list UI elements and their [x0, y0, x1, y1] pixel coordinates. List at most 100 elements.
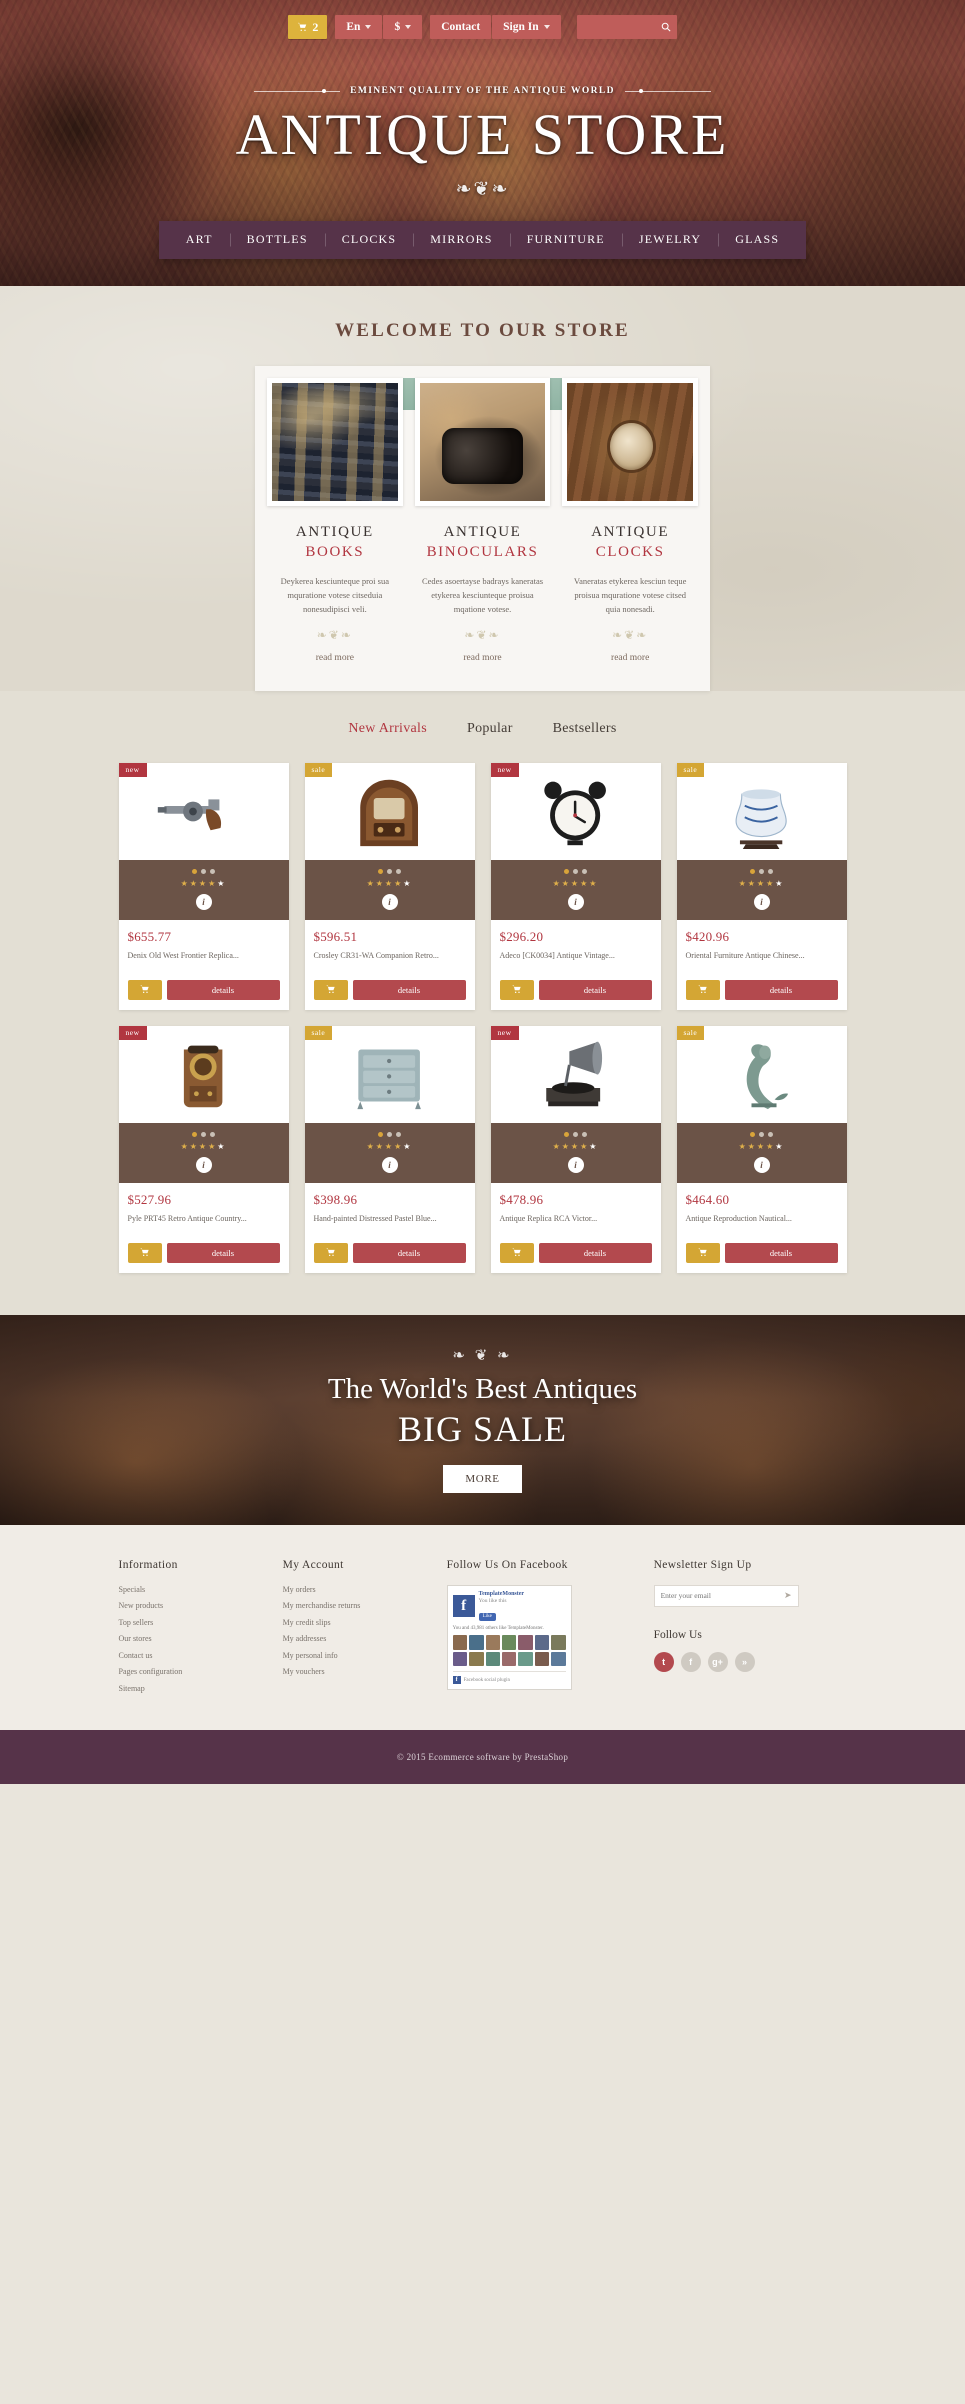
avatar — [518, 1651, 533, 1667]
product-badge: sale — [304, 762, 333, 777]
facebook-icon[interactable]: f — [680, 1651, 701, 1672]
add-to-cart-button[interactable] — [685, 1242, 720, 1263]
cart-button[interactable]: 2 — [288, 15, 328, 39]
product-card[interactable]: sale ★★★★★ i $420.96 Oriental Furniture Anti… — [676, 762, 847, 1010]
product-color-dots[interactable] — [491, 1131, 661, 1137]
newsletter-email-input[interactable] — [660, 1591, 785, 1601]
product-color-dots[interactable] — [677, 1131, 847, 1137]
product-card[interactable]: sale ★★★★★ i $464.60 Antique Reproduction Na… — [676, 1025, 847, 1273]
search-box[interactable] — [576, 15, 677, 39]
nav-item-art[interactable]: ART — [169, 232, 230, 247]
read-more-link[interactable]: read more — [316, 653, 354, 663]
facebook-like-widget[interactable]: f TemplateMonster You like this Like You… — [446, 1584, 572, 1691]
rss-icon[interactable]: » — [734, 1651, 755, 1672]
nav-item-glass[interactable]: GLASS — [718, 232, 796, 247]
product-actions: details — [305, 1237, 475, 1263]
footer-link-sitemap[interactable]: Sitemap — [119, 1684, 269, 1693]
facebook-friend-avatars — [452, 1635, 566, 1667]
nav-item-mirrors[interactable]: MIRRORS — [413, 232, 509, 247]
facebook-plugin-label: Facebook social plugin — [463, 1677, 511, 1683]
arrow-submit-icon[interactable]: ➤ — [784, 1590, 792, 1601]
info-icon[interactable]: i — [195, 893, 212, 910]
tab-bestsellers[interactable]: Bestsellers — [553, 721, 617, 737]
shopping-bag-icon — [697, 1245, 708, 1260]
product-card[interactable]: new ★★★★★ i $655.77 Denix Old West Frontier … — [118, 762, 289, 1010]
info-icon[interactable]: i — [381, 893, 398, 910]
info-icon[interactable]: i — [753, 1156, 770, 1173]
product-card[interactable]: new ★★★★★ i $527.96 Pyle PRT45 Retro Antique… — [118, 1025, 289, 1273]
product-color-dots[interactable] — [677, 868, 847, 874]
details-button[interactable]: details — [724, 979, 838, 1000]
facebook-like-button[interactable]: Like — [478, 1612, 496, 1621]
footer-link-specials[interactable]: Specials — [119, 1585, 269, 1594]
add-to-cart-button[interactable] — [685, 979, 720, 1000]
footer-link-my-personal-info[interactable]: My personal info — [283, 1651, 433, 1660]
footer-link-pages-configuration[interactable]: Pages configuration — [119, 1667, 269, 1676]
card-title-line2: CLOCKS — [595, 544, 665, 561]
product-color-dots[interactable] — [305, 868, 475, 874]
add-to-cart-button[interactable] — [499, 1242, 534, 1263]
footer-link-our-stores[interactable]: Our stores — [119, 1634, 269, 1643]
product-actions: details — [119, 974, 289, 1000]
product-color-dots[interactable] — [305, 1131, 475, 1137]
read-more-link[interactable]: read more — [463, 653, 501, 663]
details-button[interactable]: details — [724, 1242, 838, 1263]
google-plus-icon[interactable]: g+ — [707, 1651, 728, 1672]
details-button[interactable]: details — [166, 1242, 280, 1263]
add-to-cart-button[interactable] — [313, 979, 348, 1000]
footer-link-my-credit-slips[interactable]: My credit slips — [283, 1618, 433, 1627]
details-button[interactable]: details — [538, 1242, 652, 1263]
tab-popular[interactable]: Popular — [467, 721, 513, 737]
product-color-dots[interactable] — [119, 868, 289, 874]
tab-new-arrivals[interactable]: New Arrivals — [348, 721, 427, 737]
signin-button[interactable]: Sign In — [492, 15, 561, 39]
shopping-bag-icon — [511, 1245, 522, 1260]
footer-link-top-sellers[interactable]: Top sellers — [119, 1618, 269, 1627]
add-to-cart-button[interactable] — [127, 979, 162, 1000]
add-to-cart-button[interactable] — [499, 979, 534, 1000]
product-card[interactable]: sale ★★★★★ i $596.51 Crosley CR31-WA Compani… — [304, 762, 475, 1010]
details-button[interactable]: details — [166, 979, 280, 1000]
read-more-link[interactable]: read more — [611, 653, 649, 663]
footer-link-my-merchandise-returns[interactable]: My merchandise returns — [283, 1601, 433, 1610]
product-color-dots[interactable] — [491, 868, 661, 874]
info-icon[interactable]: i — [753, 893, 770, 910]
product-actions: details — [119, 1237, 289, 1263]
details-button[interactable]: details — [538, 979, 652, 1000]
currency-selector[interactable]: $ — [383, 15, 423, 39]
product-actions: details — [491, 974, 661, 1000]
product-body: $464.60 Antique Reproduction Nautical... — [677, 1183, 847, 1237]
more-button[interactable]: MORE — [443, 1465, 522, 1494]
add-to-cart-button[interactable] — [313, 1242, 348, 1263]
footer-link-my-vouchers[interactable]: My vouchers — [283, 1667, 433, 1676]
nav-item-bottles[interactable]: BOTTLES — [230, 232, 325, 247]
product-card[interactable]: new ★★★★★ i $478.96 Antique Replica RCA Vict… — [490, 1025, 661, 1273]
facebook-icon: f — [452, 1676, 461, 1685]
nav-item-clocks[interactable]: CLOCKS — [325, 232, 414, 247]
footer-link-my-addresses[interactable]: My addresses — [283, 1634, 433, 1643]
product-card[interactable]: new ★★★★★ i $296.20 Adeco [CK0034] Antique V… — [490, 762, 661, 1010]
info-icon[interactable]: i — [381, 1156, 398, 1173]
twitter-icon[interactable]: t — [653, 1651, 674, 1672]
product-color-dots[interactable] — [119, 1131, 289, 1137]
product-rating-area: ★★★★★ i — [304, 859, 475, 920]
search-input[interactable] — [582, 21, 661, 33]
nav-item-furniture[interactable]: FURNITURE — [510, 232, 622, 247]
newsletter-form[interactable]: ➤ — [653, 1584, 799, 1607]
alarm-clock-image — [491, 763, 661, 860]
info-icon[interactable]: i — [567, 893, 584, 910]
details-button[interactable]: details — [352, 1242, 466, 1263]
product-card[interactable]: sale ★★★★★ i $398.96 Hand-painted Distressed… — [304, 1025, 475, 1273]
nav-item-jewelry[interactable]: JEWELRY — [622, 232, 718, 247]
contact-link[interactable]: Contact — [430, 15, 492, 39]
footer-link-my-orders[interactable]: My orders — [283, 1585, 433, 1594]
language-selector[interactable]: En — [335, 15, 383, 39]
footer-link-new-products[interactable]: New products — [119, 1601, 269, 1610]
product-name: Adeco [CK0034] Antique Vintage... — [499, 950, 615, 960]
details-button[interactable]: details — [352, 979, 466, 1000]
add-to-cart-button[interactable] — [127, 1242, 162, 1263]
info-icon[interactable]: i — [195, 1156, 212, 1173]
search-icon[interactable] — [661, 22, 671, 32]
info-icon[interactable]: i — [567, 1156, 584, 1173]
footer-link-contact-us[interactable]: Contact us — [119, 1651, 269, 1660]
